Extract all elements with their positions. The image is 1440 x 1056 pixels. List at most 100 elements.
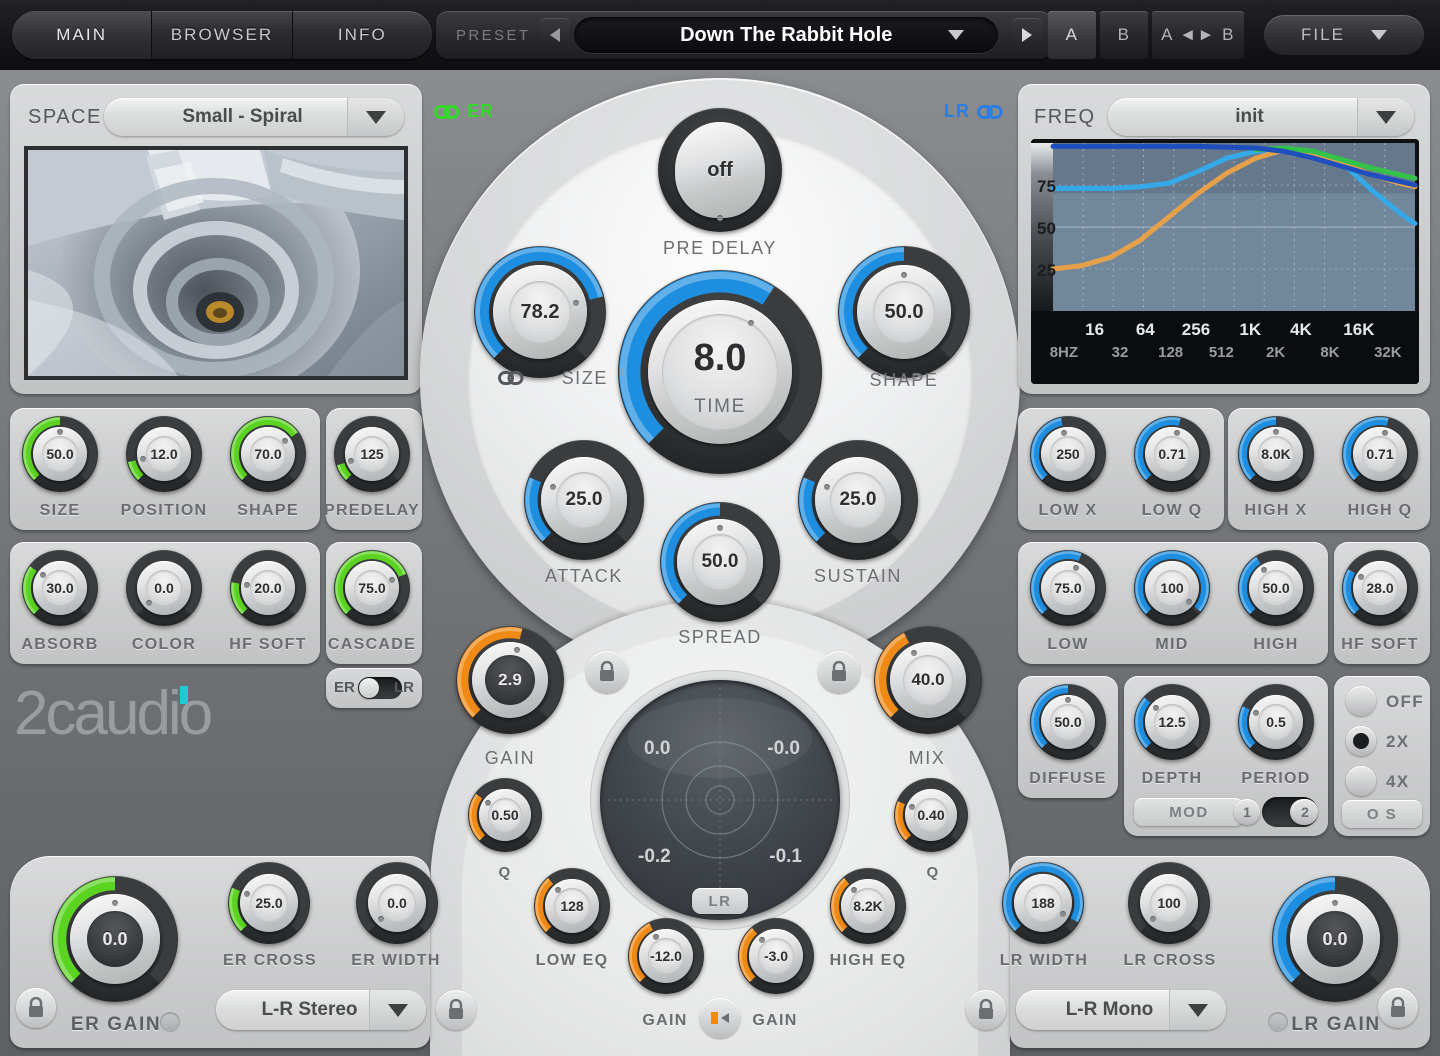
sustain-knob[interactable]: 25.0: [798, 440, 918, 560]
high-q-value: 0.40: [894, 778, 968, 852]
low-label: LOW: [1016, 636, 1120, 654]
high-q-knob[interactable]: 0.71: [1342, 416, 1418, 492]
low-x-knob[interactable]: 250: [1030, 416, 1106, 492]
lr-gain-indicator-led: [1268, 1012, 1288, 1032]
oversample-off-radio[interactable]: [1346, 686, 1376, 716]
hf-soft-knob[interactable]: 28.0: [1342, 550, 1418, 626]
shape-label: SHAPE: [216, 502, 320, 520]
hf-soft-knob[interactable]: 20.0: [230, 550, 306, 626]
ab-copy-button[interactable]: A ◄► B: [1152, 11, 1244, 59]
er-cross-value: 25.0: [228, 862, 310, 944]
mix-knob[interactable]: 40.0: [874, 626, 982, 734]
lr-gain-value: 0.0: [1272, 876, 1398, 1002]
cascade-knob[interactable]: 75.0: [334, 550, 410, 626]
size-value: 50.0: [22, 416, 98, 492]
preset-select[interactable]: Down The Rabbit Hole: [574, 17, 998, 53]
absorb-value: 30.0: [22, 550, 98, 626]
lr-mode-lock-button[interactable]: [966, 990, 1006, 1030]
oversample-group: OFF 2X 4X O S: [1334, 676, 1430, 836]
predelay-knob[interactable]: 125: [334, 416, 410, 492]
lr-cross-value: 100: [1128, 862, 1210, 944]
ab-button-b[interactable]: B: [1100, 11, 1148, 59]
period-knob[interactable]: 0.5: [1238, 684, 1314, 760]
top-bar: MAIN BROWSER INFO PRESET Down The Rabbit…: [0, 0, 1440, 70]
high-knob[interactable]: 50.0: [1238, 550, 1314, 626]
low-eq-gain-knob[interactable]: -12.0: [628, 918, 704, 994]
cascade-value: 75.0: [334, 550, 410, 626]
high-eq-gain-knob[interactable]: -3.0: [738, 918, 814, 994]
link-arrow-icon: [708, 1010, 732, 1026]
freq-select[interactable]: init: [1108, 98, 1414, 136]
oversample-4x-radio[interactable]: [1346, 766, 1376, 796]
shape-knob[interactable]: 70.0: [230, 416, 306, 492]
space-select[interactable]: Small - Spiral: [104, 98, 404, 136]
pre-delay-knob[interactable]: off: [658, 108, 782, 232]
er-width-knob[interactable]: 0.0: [356, 862, 438, 944]
spread-value: 50.0: [660, 502, 780, 622]
high-eq-knob[interactable]: 8.2K: [830, 868, 906, 944]
lr-width-knob[interactable]: 188: [1002, 862, 1084, 944]
gain-knob[interactable]: 2.9: [456, 626, 564, 734]
er-mode-lock-button[interactable]: [436, 990, 476, 1030]
high x-value: 8.0K: [1238, 416, 1314, 492]
low-knob[interactable]: 75.0: [1030, 550, 1106, 626]
nav-tab-main[interactable]: MAIN: [12, 11, 152, 59]
spread-knob[interactable]: 50.0: [660, 502, 780, 622]
size-knob[interactable]: 50.0: [22, 416, 98, 492]
low-eq-knob[interactable]: 128: [534, 868, 610, 944]
center-shape-value: 50.0: [838, 246, 970, 378]
mod-slot-2-button[interactable]: 2: [1292, 799, 1318, 825]
chevron-down-icon: [1357, 98, 1414, 136]
space-preview-image: [24, 146, 408, 380]
er-gain-lock-button[interactable]: [16, 988, 56, 1028]
center-size-knob[interactable]: 78.2: [474, 246, 606, 378]
lr-link-badge[interactable]: LR: [944, 101, 1003, 122]
er-link-badge[interactable]: ER: [434, 101, 494, 122]
gain-label: GAIN: [450, 748, 570, 769]
er-gain-indicator-led: [160, 1012, 180, 1032]
nav-tab-info[interactable]: INFO: [293, 11, 432, 59]
position-knob[interactable]: 12.0: [126, 416, 202, 492]
logo-dot: [180, 686, 188, 704]
file-menu-button[interactable]: FILE: [1264, 15, 1424, 55]
low-q-label: LOW Q: [1120, 502, 1224, 520]
chain-link-icon: [977, 104, 1003, 120]
svg-text:128: 128: [1158, 344, 1183, 361]
absorb-label: ABSORB: [8, 636, 112, 654]
cascade-label: CASCADE: [320, 636, 424, 654]
er-label: ER: [334, 679, 355, 696]
color-knob[interactable]: 0.0: [126, 550, 202, 626]
high-q-knob[interactable]: 0.40: [894, 778, 968, 852]
preset-next-button[interactable]: [1012, 18, 1042, 52]
svg-text:256: 256: [1182, 320, 1210, 339]
er-gain-knob[interactable]: 0.0: [52, 876, 178, 1002]
attack-knob[interactable]: 25.0: [524, 440, 644, 560]
ab-button-a[interactable]: A: [1048, 11, 1096, 59]
center-shape-knob[interactable]: 50.0: [838, 246, 970, 378]
lr-cross-knob[interactable]: 100: [1128, 862, 1210, 944]
oversample-2x-radio[interactable]: [1346, 726, 1376, 756]
low-q-knob[interactable]: 0.50: [468, 778, 542, 852]
er-mode-select[interactable]: L-R Stereo: [216, 990, 426, 1030]
mod-slot-1-button[interactable]: 1: [1234, 799, 1260, 825]
high q-value: 0.71: [1342, 416, 1418, 492]
svg-text:16K: 16K: [1343, 320, 1375, 339]
lr-mode-select[interactable]: L-R Mono: [1016, 990, 1226, 1030]
chevron-down-icon: [1169, 990, 1226, 1030]
mid-knob[interactable]: 100: [1134, 550, 1210, 626]
nav-tab-browser[interactable]: BROWSER: [152, 11, 292, 59]
eq-link-button[interactable]: [700, 998, 740, 1038]
preset-prev-button[interactable]: [540, 18, 570, 52]
lr-gain-knob[interactable]: 0.0: [1272, 876, 1398, 1002]
high-x-knob[interactable]: 8.0K: [1238, 416, 1314, 492]
diffuse-knob[interactable]: 50.0: [1030, 684, 1106, 760]
er-gain-value: 0.0: [52, 876, 178, 1002]
depth-knob[interactable]: 12.5: [1134, 684, 1210, 760]
er-cross-knob[interactable]: 25.0: [228, 862, 310, 944]
low-q-knob[interactable]: 0.71: [1134, 416, 1210, 492]
time-knob[interactable]: 8.0TIME: [618, 270, 822, 474]
mix-label: MIX: [872, 748, 982, 769]
os-button[interactable]: O S: [1342, 800, 1422, 828]
absorb-knob[interactable]: 30.0: [22, 550, 98, 626]
scope-lr-button[interactable]: LR: [692, 888, 748, 914]
